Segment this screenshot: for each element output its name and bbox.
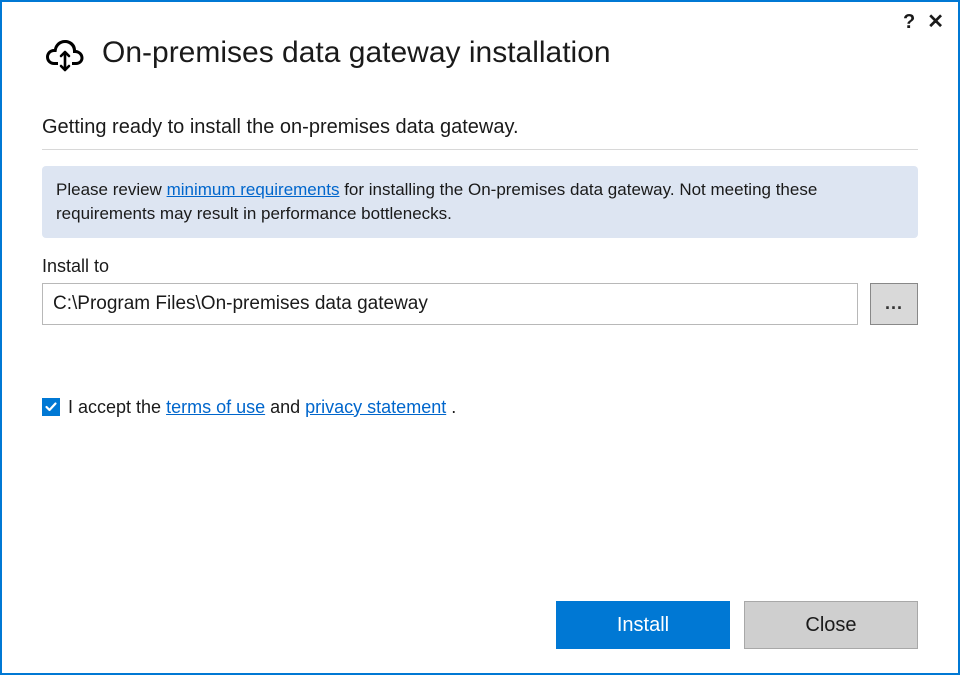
footer-buttons: Install Close [556,601,918,649]
divider [42,149,918,150]
terms-of-use-link[interactable]: terms of use [166,397,265,417]
header: On-premises data gateway installation [42,34,918,72]
cloud-gateway-icon [42,34,86,72]
accept-terms-row: I accept the terms of use and privacy st… [42,397,918,418]
install-path-row: ... [42,283,918,325]
min-requirements-link[interactable]: minimum requirements [167,180,340,199]
subtitle: Getting ready to install the on-premises… [42,116,918,139]
info-prefix: Please review [56,180,167,199]
titlebar-controls: ? ✕ [903,12,944,32]
close-icon[interactable]: ✕ [927,12,944,32]
privacy-statement-link[interactable]: privacy statement [305,397,446,417]
install-path-input[interactable] [42,283,858,325]
browse-button[interactable]: ... [870,283,918,325]
installer-window: ? ✕ On-premises data gateway installatio… [0,0,960,675]
accept-mid: and [265,397,305,417]
accept-text: I accept the terms of use and privacy st… [68,397,456,418]
accept-checkbox[interactable] [42,398,60,416]
requirements-info-box: Please review minimum requirements for i… [42,166,918,238]
accept-prefix: I accept the [68,397,166,417]
install-button[interactable]: Install [556,601,730,649]
close-button[interactable]: Close [744,601,918,649]
help-icon[interactable]: ? [903,12,915,32]
install-to-label: Install to [42,256,918,277]
page-title: On-premises data gateway installation [102,36,611,70]
accept-suffix: . [446,397,456,417]
